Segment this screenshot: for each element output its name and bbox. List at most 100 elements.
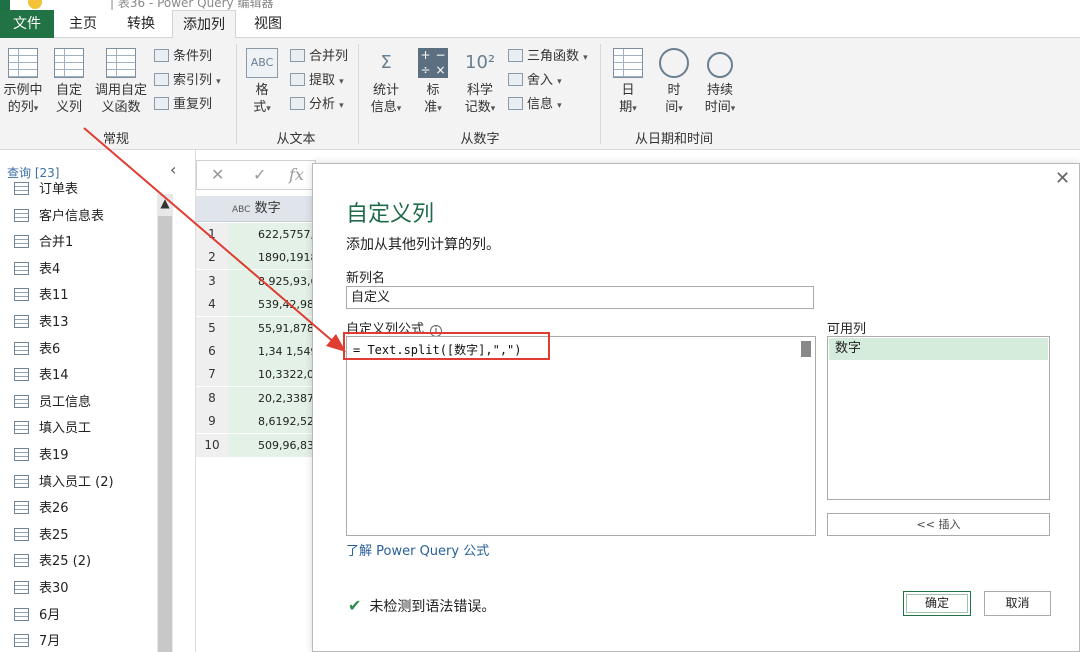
- queries-header: 查询 [23]: [7, 166, 60, 180]
- cancel-button[interactable]: 取消: [984, 591, 1051, 616]
- dialog-description: 添加从其他列计算的列。: [346, 237, 500, 253]
- formula-editor[interactable]: = Text.split([数字],","): [346, 336, 816, 536]
- editor-scrollbar[interactable]: [801, 341, 811, 357]
- tab-view[interactable]: 视图: [242, 10, 294, 38]
- new-column-name-input[interactable]: 自定义: [346, 286, 814, 309]
- chevron-down-icon: ▾: [490, 104, 496, 114]
- table-row[interactable]: 4539,42,985,183: [196, 293, 316, 317]
- queries-scrollbar[interactable]: ▲: [157, 194, 173, 652]
- index-column-button[interactable]: 索引列 ▾: [154, 71, 221, 91]
- tab-file[interactable]: 文件: [0, 10, 54, 38]
- scrollbar-thumb[interactable]: [158, 216, 172, 652]
- available-columns-list[interactable]: 数字: [827, 336, 1050, 500]
- tab-home[interactable]: 主页: [58, 10, 108, 38]
- query-item[interactable]: 7月: [14, 632, 60, 652]
- information-button[interactable]: 信息 ▾: [508, 95, 562, 115]
- ok-button[interactable]: 确定: [903, 591, 971, 616]
- fx-icon[interactable]: fx: [289, 165, 304, 184]
- trigonometry-button[interactable]: 三角函数 ▾: [508, 47, 588, 67]
- table-cell[interactable]: 10,3322,07,92,: [228, 363, 316, 387]
- query-item[interactable]: 表30: [14, 579, 69, 599]
- query-item[interactable]: 表26: [14, 499, 69, 519]
- query-item-label: 表14: [39, 368, 69, 384]
- column-from-examples-button[interactable]: 示例中 的列▾: [2, 48, 44, 118]
- table-row[interactable]: 555,91,8788,203: [196, 316, 316, 340]
- confirm-check-icon[interactable]: ✓: [253, 165, 266, 184]
- table-cell[interactable]: 55,91,8788,203: [228, 316, 316, 340]
- query-item[interactable]: 表13: [14, 313, 69, 333]
- cancel-x-icon[interactable]: ✕: [211, 165, 224, 184]
- query-item-label: 填入员工 (2): [39, 474, 114, 490]
- query-item[interactable]: 员工信息: [14, 393, 91, 413]
- table-cell[interactable]: 8,6192,52,92,7: [228, 410, 316, 434]
- duplicate-column-icon: [154, 97, 169, 110]
- chevron-up-icon[interactable]: ▲: [157, 194, 173, 212]
- query-item[interactable]: 填入员工: [14, 419, 91, 439]
- list-item[interactable]: 数字: [829, 338, 1048, 360]
- info-icon: [508, 97, 523, 110]
- table-cell[interactable]: 20,2,3387,52,0: [228, 386, 316, 410]
- custom-column-button[interactable]: 自定 义列: [50, 48, 88, 116]
- query-item[interactable]: 表11: [14, 286, 69, 306]
- query-item[interactable]: 表6: [14, 340, 60, 360]
- table-cell[interactable]: 622,5757,67,63: [228, 223, 316, 246]
- tab-transform[interactable]: 转换: [114, 10, 168, 38]
- table-row[interactable]: 98,6192,52,92,7: [196, 410, 316, 434]
- extract-button[interactable]: 提取 ▾: [290, 71, 344, 91]
- query-item[interactable]: 客户信息表: [14, 207, 104, 227]
- query-item[interactable]: 6月: [14, 606, 60, 626]
- query-item[interactable]: 订单表: [14, 180, 78, 200]
- table-cell[interactable]: 8,925,93,64,05: [228, 269, 316, 293]
- excel-logo-icon: [0, 0, 10, 10]
- table-row[interactable]: 10509,96,837,99,: [196, 433, 316, 457]
- column-header[interactable]: ABC 数字: [228, 196, 316, 222]
- merge-columns-button[interactable]: 合并列: [290, 47, 348, 67]
- query-item[interactable]: 填入员工 (2): [14, 473, 114, 493]
- invoke-custom-function-button[interactable]: 调用自定 义函数: [92, 48, 150, 116]
- table-row[interactable]: 820,2,3387,52,0: [196, 386, 316, 410]
- stopwatch-icon: [707, 52, 733, 78]
- table-cell[interactable]: 1890,1918,831: [228, 246, 316, 270]
- chevron-left-icon[interactable]: ‹: [170, 160, 176, 179]
- duplicate-column-button[interactable]: 重复列: [154, 95, 212, 115]
- sigma-icon: Σ: [380, 52, 392, 73]
- calendar-icon: [613, 48, 643, 78]
- close-icon[interactable]: ✕: [1055, 168, 1070, 189]
- query-item-label: 7月: [39, 634, 61, 650]
- query-item[interactable]: 合并1: [14, 233, 73, 253]
- query-item[interactable]: 表4: [14, 260, 60, 280]
- table-row[interactable]: 1622,5757,67,63: [196, 223, 316, 246]
- rounding-button[interactable]: 舍入 ▾: [508, 71, 562, 91]
- table-row[interactable]: 61,34 1,549,176: [196, 340, 316, 363]
- learn-formula-link[interactable]: 了解 Power Query 公式: [346, 540, 489, 559]
- clock-icon: [659, 48, 689, 78]
- data-grid: ABC 数字 1622,5757,67,6321890,1918,83138,9…: [196, 196, 316, 458]
- parse-button[interactable]: 分析 ▾: [290, 95, 344, 115]
- time-button[interactable]: 时 间▾: [654, 48, 694, 118]
- text-type-icon[interactable]: ABC: [232, 205, 250, 215]
- formula-bar: ✕ ✓ fx: [196, 160, 316, 190]
- standard-button[interactable]: + − ÷ × 标 准▾: [414, 48, 452, 118]
- query-item[interactable]: 表25 (2): [14, 552, 91, 572]
- scientific-button[interactable]: 10² 科学 记数▾: [460, 48, 500, 118]
- format-button[interactable]: ABC 格 式▾: [242, 48, 282, 118]
- query-item[interactable]: 表19: [14, 446, 69, 466]
- table-row[interactable]: 38,925,93,64,05: [196, 269, 316, 293]
- table-cell[interactable]: 509,96,837,99,: [228, 433, 316, 457]
- query-item[interactable]: 表14: [14, 366, 69, 386]
- tab-add-column[interactable]: 添加列: [172, 10, 236, 39]
- table-cell[interactable]: 539,42,985,183: [228, 293, 316, 317]
- query-item[interactable]: 表25: [14, 526, 69, 546]
- insert-button[interactable]: << 插入: [827, 513, 1050, 536]
- smiley-feedback-icon[interactable]: [28, 0, 42, 9]
- table-cell[interactable]: 1,34 1,549,176: [228, 340, 316, 363]
- table-row[interactable]: 710,3322,07,92,: [196, 363, 316, 387]
- duration-button[interactable]: 持续 时间▾: [700, 48, 740, 118]
- statistics-button[interactable]: Σ 统计 信息▾: [366, 48, 406, 118]
- table-row[interactable]: 21890,1918,831: [196, 246, 316, 270]
- table-menu-icon[interactable]: [196, 196, 228, 222]
- group-label-datetime: 从日期和时间: [634, 132, 713, 147]
- date-button[interactable]: 日 期▾: [608, 48, 648, 118]
- chevron-down-icon: ▾: [678, 104, 683, 114]
- conditional-column-button[interactable]: 条件列: [154, 47, 212, 67]
